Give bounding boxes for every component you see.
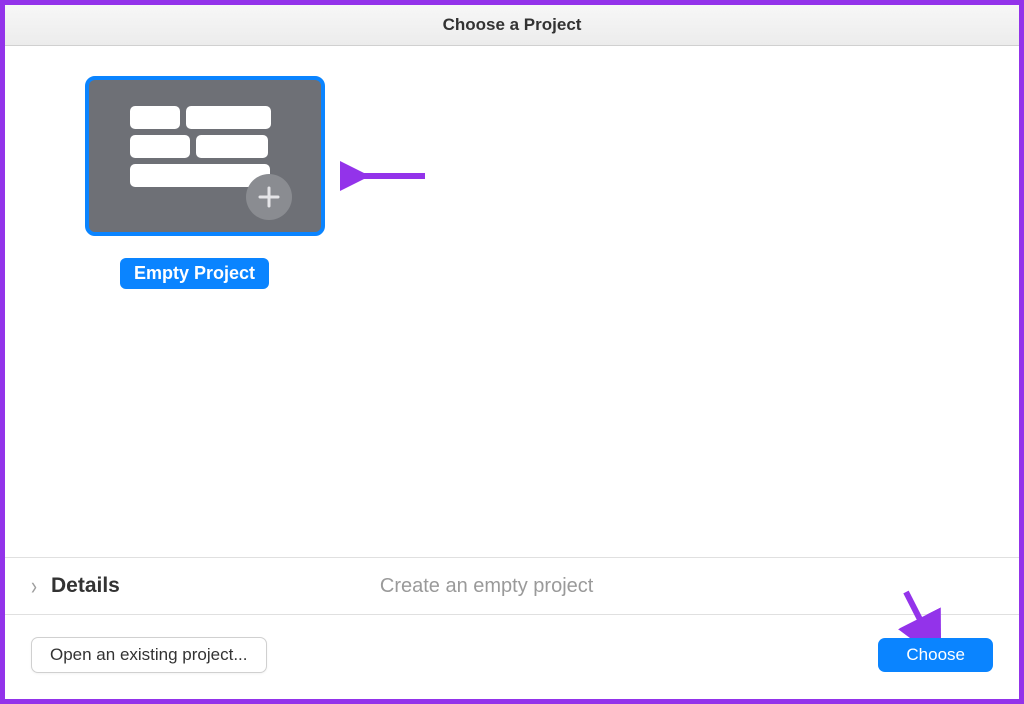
details-description: Create an empty project <box>380 575 593 598</box>
brick <box>130 106 180 129</box>
plus-icon <box>246 174 292 220</box>
chevron-right-icon: › <box>31 571 37 600</box>
open-existing-project-button[interactable]: Open an existing project... <box>31 637 267 673</box>
annotation-arrow-icon <box>340 156 430 196</box>
empty-project-icon <box>130 106 280 206</box>
title-text: Choose a Project <box>443 15 582 34</box>
choose-button[interactable]: Choose <box>878 638 993 672</box>
project-selection-area: Empty Project <box>5 46 1019 557</box>
empty-project-label: Empty Project <box>120 258 269 289</box>
footer-bar: Open an existing project... Choose <box>5 615 1019 699</box>
brick <box>186 106 271 129</box>
window-title: Choose a Project <box>5 5 1019 46</box>
details-section: › Details Create an empty project <box>5 557 1019 615</box>
empty-project-card[interactable] <box>85 76 325 236</box>
details-toggle[interactable]: › Details <box>31 574 120 598</box>
brick <box>196 135 268 158</box>
details-label: Details <box>51 574 120 598</box>
brick <box>130 135 190 158</box>
